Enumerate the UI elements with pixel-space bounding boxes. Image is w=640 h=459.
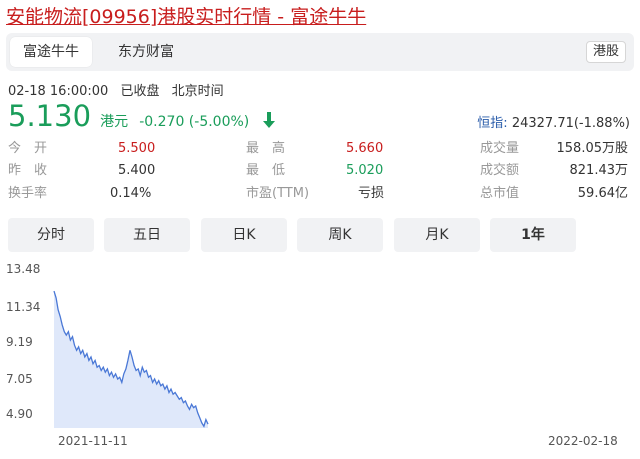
price-change: -0.270 (-5.00%) xyxy=(139,114,250,130)
source-tabbar: 富途牛牛 东方财富 港股 xyxy=(6,33,634,71)
page-title[interactable]: 安能物流[09956]港股实时行情 - 富途牛牛 xyxy=(6,2,366,29)
stat-low-value: 5.020 xyxy=(346,163,384,178)
stat-pe-value: 亏损 xyxy=(358,186,385,201)
price-row: 5.130 港元 -0.270 (-5.00%) xyxy=(8,99,276,135)
price-area xyxy=(54,291,208,428)
period-tab-intraday[interactable]: 分时 xyxy=(8,218,94,252)
stat-label: 成交量 xyxy=(480,141,520,156)
stat-prev-close: 昨 收 xyxy=(8,161,47,181)
stat-label: 换手率 xyxy=(8,186,48,201)
period-selector: 分时 五日 日K 周K 月K 1年 xyxy=(8,218,632,252)
stat-open: 今 开 xyxy=(8,139,47,159)
period-tab-weekly[interactable]: 周K xyxy=(297,218,383,252)
currency-label: 港元 xyxy=(100,114,129,130)
stat-label: 今 开 xyxy=(8,141,48,156)
stat-volume: 成交量 xyxy=(480,139,519,159)
x-tick-label-end: 2022-02-18 xyxy=(548,434,618,448)
stat-label: 成交额 xyxy=(480,163,520,178)
stat-turnover-value: 0.14% xyxy=(110,186,152,201)
stat-high: 最 高 xyxy=(246,139,285,159)
period-tab-5day[interactable]: 五日 xyxy=(104,218,190,252)
stat-low: 最 低 xyxy=(246,161,285,181)
price-chart[interactable]: 13.48 11.34 9.19 7.05 4.90 2021-11-11 20… xyxy=(0,256,640,459)
x-tick-label-start: 2021-11-11 xyxy=(58,434,128,448)
timezone-label: 北京时间 xyxy=(171,84,224,99)
y-tick-label: 9.19 xyxy=(6,335,33,349)
index-label: 恒指: xyxy=(477,116,508,131)
stat-volume-value: 158.05万股 xyxy=(556,141,629,156)
stat-amount: 成交额 xyxy=(480,161,519,181)
stat-label: 最 低 xyxy=(246,163,286,178)
hsi-index[interactable]: 恒指: 24327.71(-1.88%) xyxy=(477,112,630,131)
stat-label: 总市值 xyxy=(480,186,520,201)
stat-open-value: 5.500 xyxy=(118,141,156,156)
period-tab-daily[interactable]: 日K xyxy=(201,218,287,252)
stat-mktcap: 总市值 xyxy=(480,184,519,204)
stat-high-value: 5.660 xyxy=(346,141,384,156)
tab-futu[interactable]: 富途牛牛 xyxy=(10,37,92,67)
period-tab-1year[interactable]: 1年 xyxy=(490,218,576,252)
market-status: 已收盘 xyxy=(120,84,160,99)
y-tick-label: 4.90 xyxy=(6,407,33,421)
stat-mktcap-value: 59.64亿 xyxy=(577,186,628,201)
stat-label: 最 高 xyxy=(246,141,286,156)
last-price: 5.130 xyxy=(8,99,92,133)
y-tick-label: 11.34 xyxy=(6,300,40,314)
tab-eastmoney[interactable]: 东方财富 xyxy=(98,37,194,67)
y-tick-label: 7.05 xyxy=(6,372,33,386)
stat-amount-value: 821.43万 xyxy=(569,163,629,178)
stat-pe: 市盈(TTM) xyxy=(246,184,309,204)
stat-turnover: 换手率 xyxy=(8,184,47,204)
arrow-down-icon xyxy=(262,112,276,132)
index-value: 24327.71(-1.88%) xyxy=(511,116,630,131)
stat-label: 市盈(TTM) xyxy=(246,186,310,201)
y-tick-label: 13.48 xyxy=(6,262,40,276)
quote-datetime: 02-18 16:00:00 xyxy=(8,84,109,99)
market-tag-button[interactable]: 港股 xyxy=(585,41,626,63)
stat-label: 昨 收 xyxy=(8,163,48,178)
stat-prev-close-value: 5.400 xyxy=(118,163,156,178)
quote-meta: 02-18 16:00:00 已收盘 北京时间 xyxy=(8,80,232,99)
period-tab-monthly[interactable]: 月K xyxy=(394,218,480,252)
